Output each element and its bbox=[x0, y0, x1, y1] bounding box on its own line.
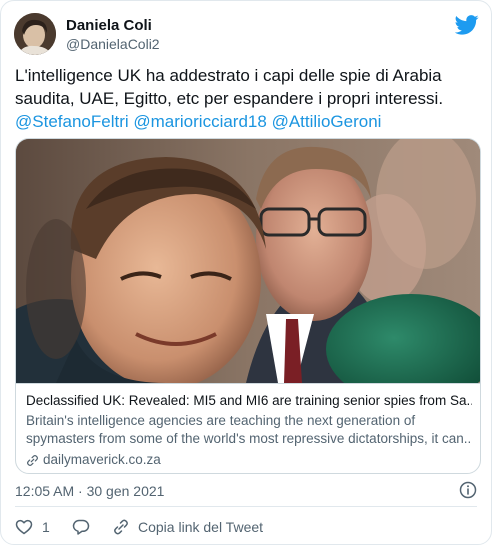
tweet-text-line: saudita, UAE, Egitto, etc per espandere … bbox=[15, 89, 444, 108]
copy-link-label[interactable]: Copia link del Tweet bbox=[138, 519, 263, 535]
card-domain-text[interactable]: dailymaverick.co.za bbox=[43, 451, 161, 469]
mention-link[interactable]: @StefanoFeltri bbox=[15, 112, 129, 131]
tweet-text-line: L'intelligence UK ha addestrato i capi d… bbox=[15, 66, 442, 85]
reply-icon[interactable] bbox=[72, 518, 90, 536]
tweet-mentions: @StefanoFeltri @marioricciard18 @Attilio… bbox=[15, 110, 481, 133]
card-image[interactable] bbox=[16, 139, 480, 383]
twitter-bird-icon[interactable] bbox=[455, 15, 479, 35]
divider bbox=[15, 506, 477, 507]
link-icon bbox=[27, 454, 38, 466]
reply-button[interactable] bbox=[72, 515, 90, 539]
mention-link[interactable]: @AttilioGeroni bbox=[272, 112, 382, 131]
avatar[interactable] bbox=[14, 13, 56, 55]
card-description: Britain's intelligence agencies are teac… bbox=[26, 412, 472, 448]
card-description-line: spymasters from some of the world's most… bbox=[26, 431, 472, 446]
info-icon[interactable] bbox=[459, 481, 477, 499]
card-title[interactable]: Declassified UK: Revealed: MI5 and MI6 a… bbox=[26, 392, 472, 410]
card-description-line: Britain's intelligence agencies are teac… bbox=[26, 413, 416, 428]
tweet-actions: 1 Copia link del Tweet bbox=[15, 515, 477, 539]
tweet-header: Daniela Coli @DanielaColi2 bbox=[14, 13, 479, 57]
like-button[interactable]: 1 bbox=[15, 515, 50, 539]
author-handle[interactable]: @DanielaColi2 bbox=[66, 36, 160, 52]
author-name[interactable]: Daniela Coli bbox=[66, 17, 152, 34]
like-count: 1 bbox=[42, 519, 50, 535]
tweet-text: L'intelligence UK ha addestrato i capi d… bbox=[15, 64, 481, 133]
tweet-timestamp[interactable]: 12:05 AM · 30 gen 2021 bbox=[15, 483, 164, 499]
heart-icon[interactable] bbox=[15, 518, 33, 536]
mention-link[interactable]: @marioricciard18 bbox=[133, 112, 266, 131]
copy-link-button[interactable]: Copia link del Tweet bbox=[112, 515, 263, 539]
card-domain[interactable]: dailymaverick.co.za bbox=[26, 451, 472, 469]
tweet-card: Daniela Coli @DanielaColi2 L'intelligenc… bbox=[0, 0, 492, 545]
card-body[interactable]: Declassified UK: Revealed: MI5 and MI6 a… bbox=[16, 383, 480, 473]
link-preview-card[interactable]: Declassified UK: Revealed: MI5 and MI6 a… bbox=[15, 138, 481, 474]
copy-link-icon bbox=[114, 519, 128, 535]
